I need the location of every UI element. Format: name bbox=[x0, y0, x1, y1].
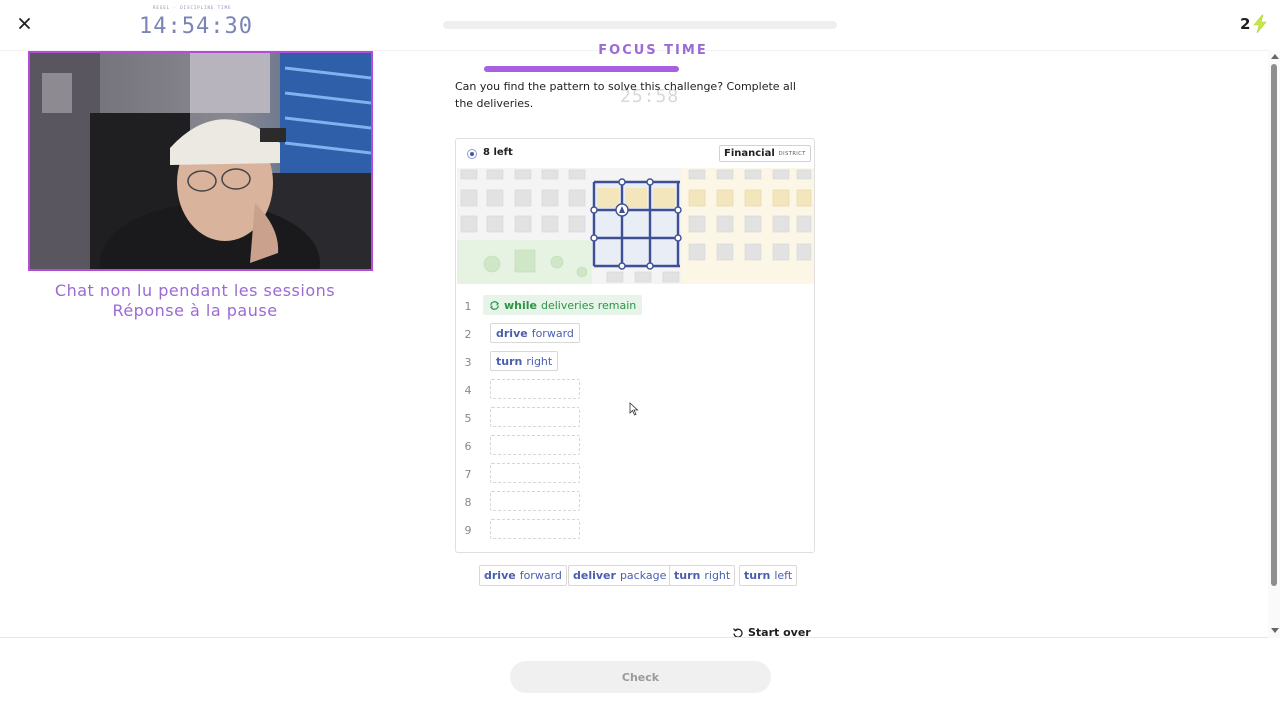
top-progress-bar bbox=[443, 21, 837, 29]
line-number: 5 bbox=[464, 412, 472, 425]
code-line: 2 drive forward bbox=[456, 322, 814, 350]
empty-code-slot[interactable] bbox=[490, 491, 580, 511]
line-number: 1 bbox=[464, 300, 472, 313]
chat-notice-line1: Chat non lu pendant les sessions bbox=[54, 281, 336, 300]
focus-progress-bar bbox=[484, 66, 679, 72]
block-keyword: turn bbox=[496, 354, 523, 368]
status-dot-icon bbox=[467, 149, 477, 159]
close-button[interactable] bbox=[16, 15, 34, 33]
block-palette: drive forward deliver package turn right… bbox=[479, 565, 799, 587]
webcam-overlay bbox=[28, 51, 373, 271]
panel-header: 8 left Financial DISTRICT bbox=[456, 139, 814, 169]
block-argument: right bbox=[526, 354, 553, 368]
empty-code-slot[interactable] bbox=[490, 463, 580, 483]
code-line: 7 bbox=[456, 462, 814, 490]
chat-notice-line2: Réponse à la pause bbox=[112, 301, 278, 320]
district-sub: DISTRICT bbox=[778, 150, 806, 157]
line-number: 4 bbox=[464, 384, 472, 397]
empty-code-slot[interactable] bbox=[490, 519, 580, 539]
palette-deliver-package[interactable]: deliver package bbox=[568, 565, 672, 586]
loop-icon bbox=[489, 300, 500, 310]
line-number: 7 bbox=[464, 468, 472, 481]
webcam-image bbox=[30, 53, 371, 269]
palette-drive-forward[interactable]: drive forward bbox=[479, 565, 567, 586]
block-argument: package bbox=[619, 569, 667, 582]
block-argument: right bbox=[704, 569, 731, 582]
turn-right-block[interactable]: turn right bbox=[490, 351, 559, 371]
line-number: 9 bbox=[464, 524, 472, 537]
close-icon bbox=[19, 18, 30, 29]
palette-turn-right[interactable]: turn right bbox=[669, 565, 736, 586]
mouse-cursor-icon bbox=[629, 402, 639, 416]
footer-divider bbox=[0, 637, 1268, 638]
empty-code-slot[interactable] bbox=[490, 407, 580, 427]
block-argument: deliveries remain bbox=[541, 298, 637, 312]
drive-forward-block[interactable]: drive forward bbox=[490, 323, 580, 343]
line-number: 2 bbox=[464, 328, 472, 341]
city-map[interactable] bbox=[457, 168, 814, 284]
bolt-icon bbox=[1253, 14, 1268, 34]
code-line: 9 bbox=[456, 518, 814, 546]
block-argument: left bbox=[774, 569, 793, 582]
code-line: 1 while deliveries remain bbox=[456, 294, 814, 322]
block-keyword: turn bbox=[674, 569, 701, 582]
palette-turn-left[interactable]: turn left bbox=[739, 565, 798, 586]
scroll-up-arrow-icon[interactable] bbox=[1271, 54, 1279, 59]
session-timer: 14:54:30 bbox=[139, 14, 253, 39]
city-map-graphic bbox=[457, 168, 814, 284]
empty-code-slot[interactable] bbox=[490, 435, 580, 455]
code-line: 6 bbox=[456, 434, 814, 462]
focus-time-label: FOCUS TIME bbox=[598, 43, 708, 58]
deliveries-left: 8 left bbox=[483, 147, 513, 158]
streak-count: 2 bbox=[1240, 15, 1251, 33]
scroll-thumb[interactable] bbox=[1271, 64, 1277, 586]
district-name: Financial bbox=[724, 148, 775, 159]
line-number: 3 bbox=[464, 356, 472, 369]
block-argument: forward bbox=[531, 326, 574, 340]
block-keyword: deliver bbox=[573, 569, 616, 582]
code-line: 8 bbox=[456, 490, 814, 518]
block-keyword: turn bbox=[744, 569, 771, 582]
while-block[interactable]: while deliveries remain bbox=[483, 295, 643, 315]
block-keyword: drive bbox=[484, 569, 516, 582]
block-argument: forward bbox=[519, 569, 562, 582]
scrollbar[interactable] bbox=[1268, 50, 1280, 638]
challenge-prompt: Can you find the pattern to solve this c… bbox=[455, 80, 796, 110]
empty-code-slot[interactable] bbox=[490, 379, 580, 399]
streak-counter: 2 bbox=[1240, 14, 1268, 34]
district-badge: Financial DISTRICT bbox=[719, 145, 811, 162]
line-number: 8 bbox=[464, 496, 472, 509]
block-keyword: while bbox=[504, 298, 537, 312]
code-line: 3 turn right bbox=[456, 350, 814, 378]
line-number: 6 bbox=[464, 440, 472, 453]
scroll-down-arrow-icon[interactable] bbox=[1271, 628, 1279, 633]
block-keyword: drive bbox=[496, 326, 528, 340]
chat-notice: Chat non lu pendant les sessions Réponse… bbox=[28, 281, 362, 321]
check-button[interactable]: Check bbox=[510, 661, 771, 693]
code-editor: 1 while deliveries remain 2 drive forwar… bbox=[456, 294, 814, 549]
timer-caption: REGEL · DISCIPLINE TIME bbox=[153, 5, 232, 10]
challenge-panel: 8 left Financial DISTRICT 1 while delive… bbox=[455, 138, 815, 553]
